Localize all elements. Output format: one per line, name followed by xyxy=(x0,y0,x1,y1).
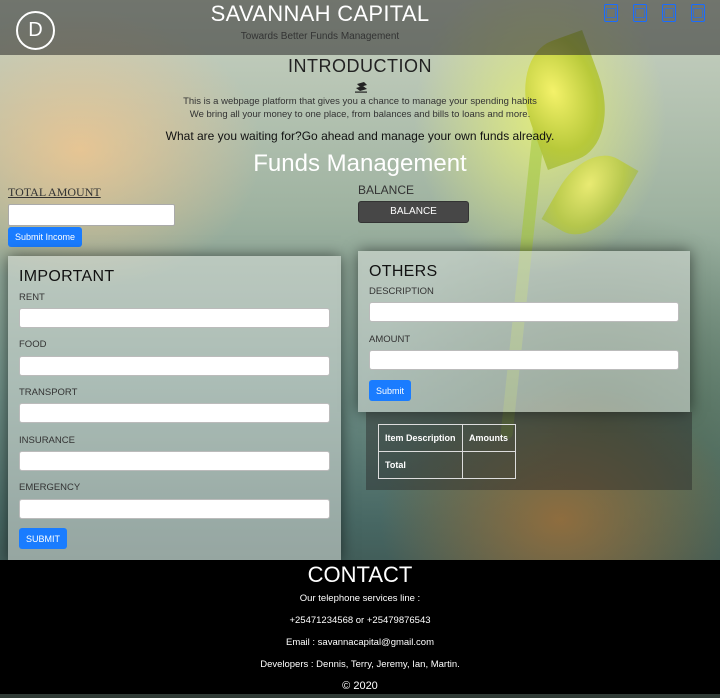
contact-heading: CONTACT xyxy=(307,562,413,587)
expense-summary-table: Item Description Amounts Total xyxy=(378,424,516,479)
description-label: DESCRIPTION xyxy=(369,286,434,297)
important-card-title: IMPORTANT xyxy=(19,268,115,285)
social-icon-1[interactable]: □ xyxy=(604,4,618,22)
insurance-label: INSURANCE xyxy=(19,435,75,446)
intro-call-to-action: What are you waiting for?Go ahead and ma… xyxy=(165,129,555,143)
money-icon xyxy=(355,82,367,93)
submit-income-button[interactable]: Submit Income xyxy=(8,227,82,247)
emergency-input[interactable] xyxy=(19,499,330,519)
food-label: FOOD xyxy=(19,339,47,350)
telephone-numbers: +25471234568 or +25479876543 xyxy=(289,615,431,626)
social-icon-4[interactable]: □ xyxy=(691,4,705,22)
funds-management-heading: Funds Management xyxy=(253,150,467,177)
table-total-row: Total xyxy=(378,451,516,479)
intro-heading: INTRODUCTION xyxy=(288,56,432,76)
intro-text-line-1: This is a webpage platform that gives yo… xyxy=(183,96,537,107)
rent-label: RENT xyxy=(19,292,45,303)
telephone-services-label: Our telephone services line : xyxy=(299,593,421,604)
site-tagline: Towards Better Funds Management xyxy=(240,31,400,42)
contact-email: Email : savannacapital@gmail.com xyxy=(286,637,434,648)
table-header-row: Item Description Amounts xyxy=(378,424,516,452)
amount-input[interactable] xyxy=(369,350,679,370)
social-icon-2[interactable]: □ xyxy=(633,4,647,22)
total-amount-label: TOTAL AMOUNT xyxy=(8,185,101,199)
amounts-header: Amounts xyxy=(462,424,516,452)
intro-text-line-2: We bring all your money to one place, fr… xyxy=(189,109,531,120)
total-amount-input[interactable] xyxy=(8,204,175,226)
total-row-label: Total xyxy=(378,451,463,479)
copyright: © 2020 xyxy=(342,680,378,692)
important-submit-button[interactable]: SUBMIT xyxy=(19,528,67,549)
others-card-title: OTHERS xyxy=(369,263,438,280)
balance-button[interactable]: BALANCE xyxy=(358,201,469,223)
amount-label: AMOUNT xyxy=(369,334,411,345)
food-input[interactable] xyxy=(19,356,330,376)
others-submit-button[interactable]: Submit xyxy=(369,380,411,401)
balance-label: BALANCE xyxy=(358,183,415,197)
total-row-value xyxy=(462,451,516,479)
social-icon-3[interactable]: □ xyxy=(662,4,676,22)
site-title: SAVANNAH CAPITAL xyxy=(210,1,430,26)
transport-label: TRANSPORT xyxy=(19,387,78,398)
emergency-label: EMERGENCY xyxy=(19,482,81,493)
rent-input[interactable] xyxy=(19,308,330,328)
site-header: D SAVANNAH CAPITAL Towards Better Funds … xyxy=(0,0,720,55)
developers-credit: Developers : Dennis, Terry, Jeremy, Ian,… xyxy=(260,659,460,670)
contact-footer: CONTACT Our telephone services line : +2… xyxy=(0,560,720,694)
description-input[interactable] xyxy=(369,302,679,322)
insurance-input[interactable] xyxy=(19,451,330,471)
item-description-header: Item Description xyxy=(378,424,463,452)
transport-input[interactable] xyxy=(19,403,330,423)
